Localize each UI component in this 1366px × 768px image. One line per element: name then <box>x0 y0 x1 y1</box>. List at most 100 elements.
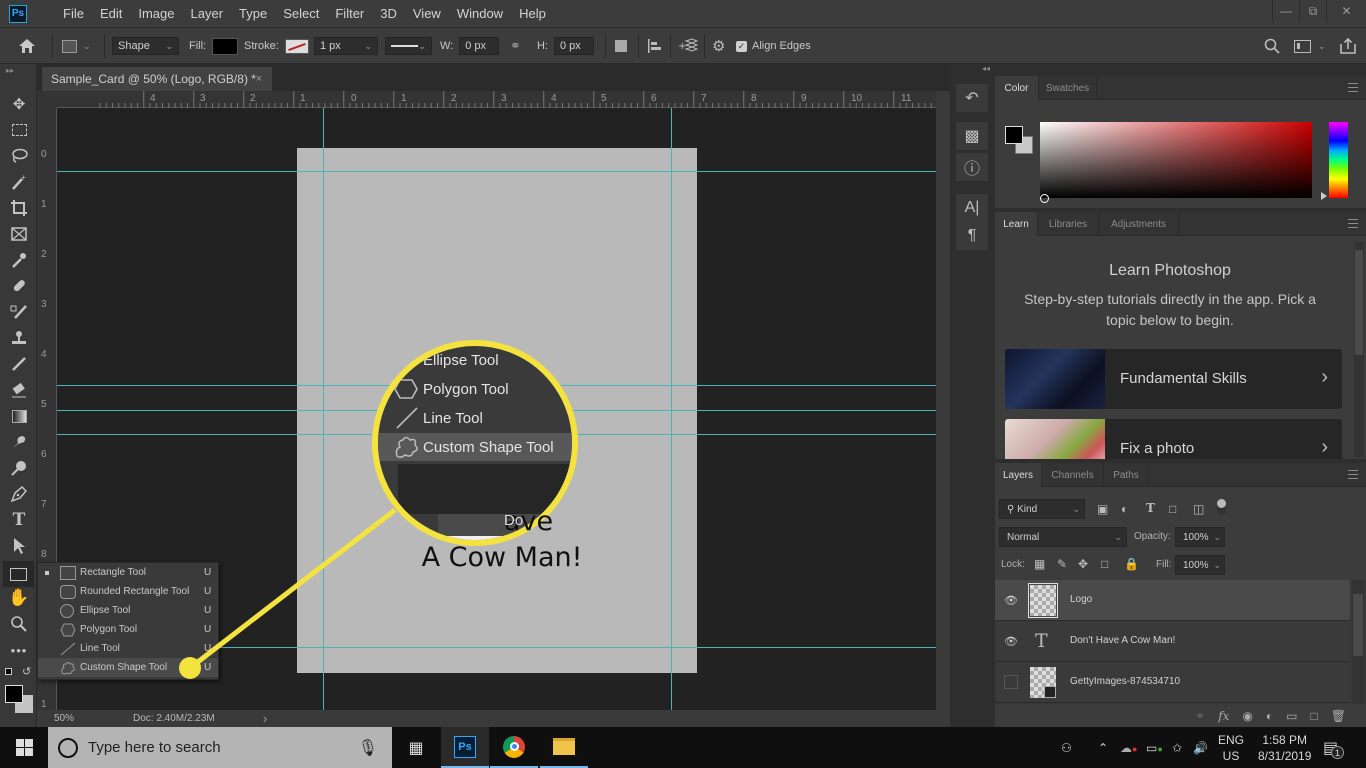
opacity-field[interactable]: 100% ⌄ <box>1175 527 1225 547</box>
brush-tool[interactable] <box>7 300 31 324</box>
horizontal-ruler[interactable]: 4 3 2 1 0 1 2 3 4 5 6 7 8 9 10 11 <box>57 91 936 108</box>
quick-selection-tool[interactable]: + <box>7 170 31 194</box>
align-edges-checkbox[interactable]: ✓ Align Edges <box>736 36 811 56</box>
close-window-button[interactable]: ✕ <box>1326 0 1366 22</box>
menu-file[interactable]: File <box>55 6 92 21</box>
scrollbar-thumb[interactable] <box>1353 594 1363 656</box>
info-panel-button[interactable]: ⓘ <box>956 153 988 181</box>
flyout-item-custom-shape[interactable]: Custom Shape Tool U <box>38 658 218 677</box>
marquee-tool[interactable] <box>7 118 31 142</box>
filter-toggle[interactable] <box>1217 499 1226 515</box>
network-button[interactable]: ✩ <box>1172 727 1182 768</box>
document-tab[interactable]: Sample_Card @ 50% (Logo, RGB/8) * × <box>42 67 272 91</box>
learn-card-fix-a-photo[interactable]: Fix a photo › <box>1005 419 1342 459</box>
lasso-tool[interactable] <box>7 144 31 168</box>
scrollbar-thumb[interactable] <box>1355 250 1363 355</box>
path-arrangement-button[interactable]: + <box>678 36 698 56</box>
panel-collapse-handle[interactable]: ▸▸ <box>6 66 14 75</box>
menu-select[interactable]: Select <box>275 6 327 21</box>
rectangle-tool[interactable] <box>3 561 34 587</box>
type-tool[interactable]: T <box>7 508 31 532</box>
guide-horizontal[interactable] <box>57 171 936 172</box>
menu-window[interactable]: Window <box>449 6 511 21</box>
menu-3d[interactable]: 3D <box>372 6 405 21</box>
foreground-color-swatch[interactable] <box>5 685 23 703</box>
layer-row-gettyimages[interactable]: GettyImages-874534710 <box>995 662 1350 703</box>
lock-all-icon[interactable]: 🔒 <box>1124 557 1139 571</box>
layer-filter-select[interactable]: ⚲ Kind ⌄ <box>999 499 1085 519</box>
path-alignment-button[interactable] <box>647 36 663 56</box>
visibility-eye-icon[interactable]: 👁 <box>1004 593 1018 607</box>
zoom-level[interactable]: 50% <box>54 713 114 724</box>
layer-name[interactable]: Don't Have A Cow Man! <box>1070 635 1175 646</box>
panel-menu-icon[interactable] <box>1348 219 1358 228</box>
lock-transparent-icon[interactable]: ▦ <box>1034 557 1045 571</box>
flyout-item-polygon[interactable]: Polygon Tool U <box>38 620 218 639</box>
taskbar-search[interactable]: Type here to search 🎙 <box>48 727 392 768</box>
mode-select[interactable]: Shape ⌄ <box>112 37 179 55</box>
path-selection-tool[interactable] <box>7 534 31 558</box>
menu-image[interactable]: Image <box>130 6 182 21</box>
filter-type-icon[interactable]: T <box>1146 501 1155 515</box>
collapse-panels-button[interactable]: ◂◂ <box>982 64 990 73</box>
layers-scrollbar[interactable] <box>1352 580 1364 704</box>
home-button[interactable] <box>18 36 36 56</box>
canvas-scrollbar[interactable] <box>936 91 950 727</box>
link-dimensions-button[interactable]: ⚭ <box>510 36 521 56</box>
blur-tool[interactable] <box>7 430 31 454</box>
clock[interactable]: 1:58 PM 8/31/2019 <box>1258 727 1311 768</box>
character-panel-button[interactable]: A| <box>956 194 988 222</box>
status-menu-arrow[interactable]: › <box>263 711 267 726</box>
clone-stamp-tool[interactable] <box>7 326 31 350</box>
3d-panel-button[interactable]: ▩ <box>956 122 988 150</box>
swap-colors-button[interactable]: ↺ <box>22 665 31 678</box>
paragraph-panel-button[interactable]: ¶ <box>956 222 988 250</box>
menu-type[interactable]: Type <box>231 6 275 21</box>
tab-channels[interactable]: Channels <box>1042 463 1104 487</box>
restore-button[interactable]: ⧉ <box>1299 0 1326 22</box>
visibility-eye-icon[interactable]: 👁 <box>1004 634 1018 648</box>
panel-menu-icon[interactable] <box>1348 83 1358 92</box>
path-operations-button[interactable] <box>615 36 627 56</box>
minimize-button[interactable]: — <box>1272 0 1299 22</box>
show-hidden-icons-button[interactable]: ⌃ <box>1098 727 1108 768</box>
flyout-item-rectangle[interactable]: Rectangle Tool U <box>38 563 218 582</box>
start-button[interactable] <box>0 727 48 768</box>
guide-vertical[interactable] <box>671 108 672 710</box>
stroke-type-select[interactable]: ⌄ <box>385 37 432 55</box>
layer-row-logo[interactable]: 👁 Logo <box>995 580 1350 621</box>
gradient-tool[interactable] <box>7 404 31 428</box>
crop-tool[interactable] <box>7 196 31 220</box>
menu-view[interactable]: View <box>405 6 449 21</box>
blend-mode-select[interactable]: Normal ⌄ <box>999 527 1127 547</box>
battery-status-button[interactable]: ▭● <box>1146 727 1163 768</box>
hand-tool[interactable]: ✋ <box>7 586 31 610</box>
tool-preset-picker[interactable]: ⌄ <box>62 36 91 56</box>
learn-card-fundamental-skills[interactable]: Fundamental Skills › <box>1005 349 1342 409</box>
lock-position-icon[interactable]: ✥ <box>1078 557 1088 571</box>
taskbar-app-file-explorer[interactable] <box>540 727 588 768</box>
fill-swatch[interactable] <box>212 37 239 55</box>
menu-help[interactable]: Help <box>511 6 554 21</box>
taskbar-app-photoshop[interactable]: Ps <box>441 727 489 768</box>
filter-pixel-icon[interactable]: ▣ <box>1097 502 1108 516</box>
task-view-button[interactable]: ▦ <box>392 727 440 768</box>
volume-button[interactable]: 🔊 <box>1193 727 1208 768</box>
tab-learn[interactable]: Learn <box>995 212 1038 236</box>
history-panel-button[interactable]: ↶ <box>956 84 988 112</box>
tab-adjustments[interactable]: Adjustments <box>1099 212 1179 236</box>
tab-swatches[interactable]: Swatches <box>1039 76 1097 100</box>
default-colors-button[interactable] <box>5 668 15 678</box>
tab-layers[interactable]: Layers <box>995 463 1042 487</box>
foreground-color[interactable] <box>1005 126 1023 144</box>
healing-brush-tool[interactable] <box>7 274 31 298</box>
menu-filter[interactable]: Filter <box>327 6 372 21</box>
height-field[interactable]: 0 px <box>554 37 594 55</box>
settings-button[interactable]: ⚙ <box>712 36 725 56</box>
fx-icon[interactable]: fx <box>1218 709 1229 723</box>
microphone-icon[interactable]: 🎙 <box>358 738 378 758</box>
dodge-tool[interactable] <box>7 456 31 480</box>
layer-name[interactable]: GettyImages-874534710 <box>1070 676 1180 687</box>
ruler-origin[interactable] <box>37 91 57 108</box>
new-layer-icon[interactable]: □ <box>1311 709 1318 723</box>
